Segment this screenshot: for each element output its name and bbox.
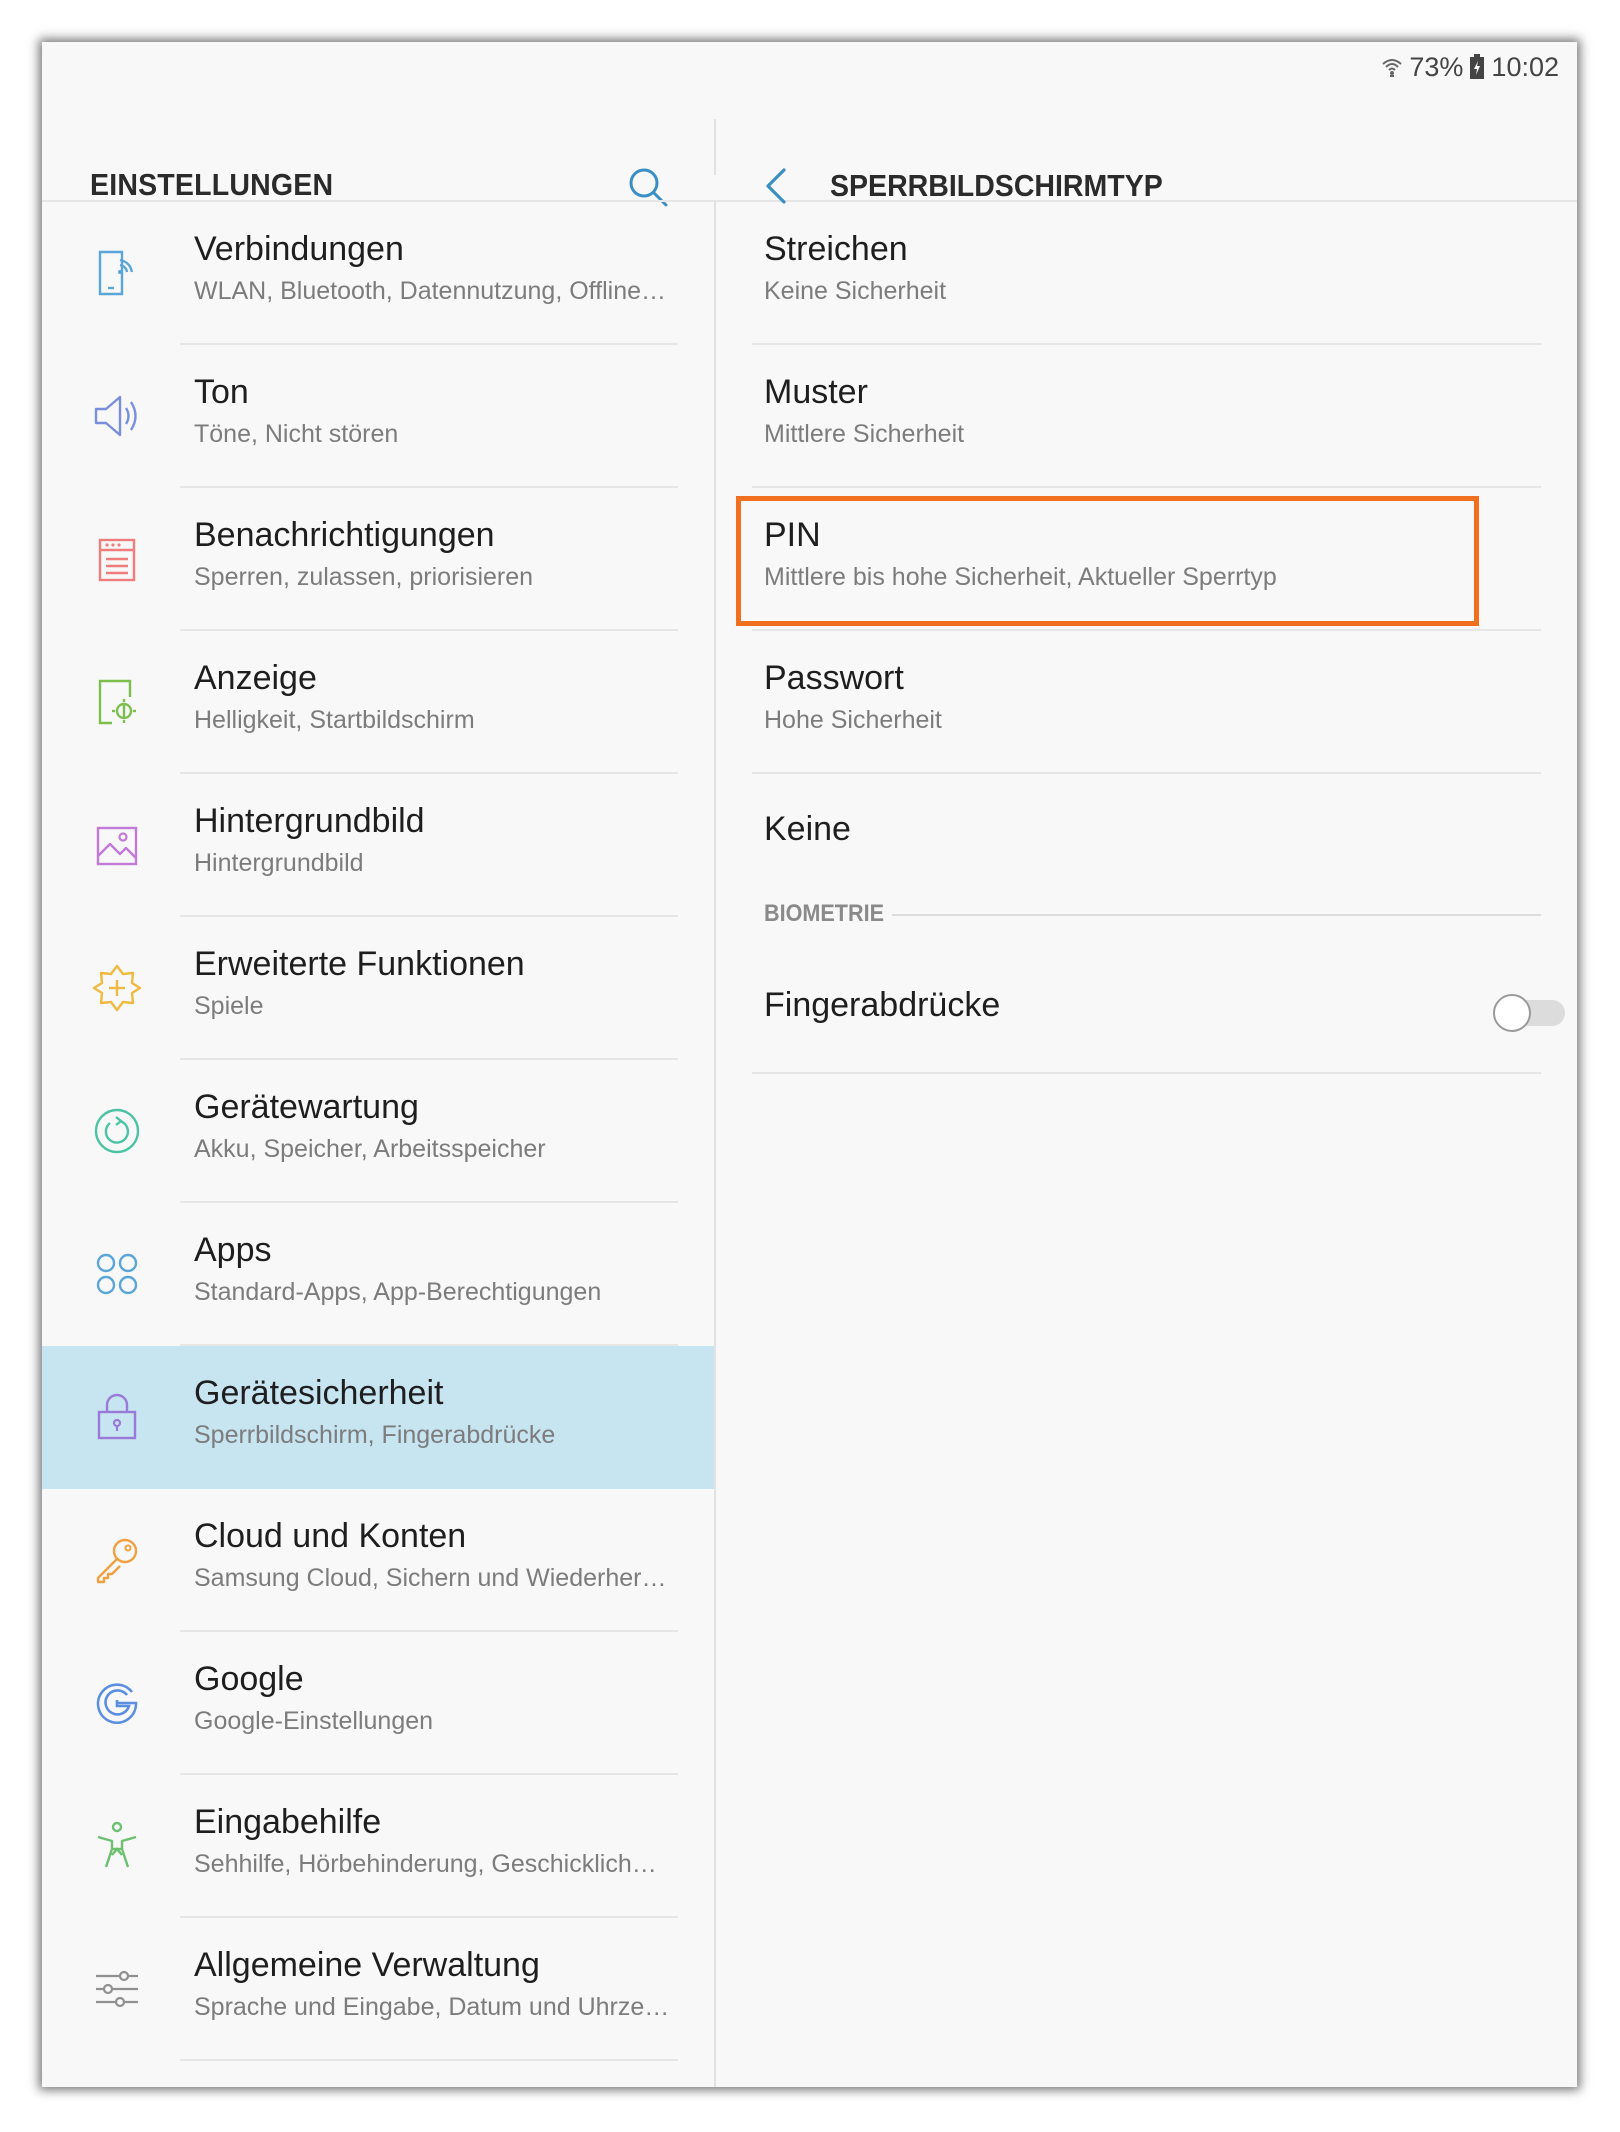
menu-item-allgemeine-verwaltung[interactable]: Allgemeine Verwaltung Sprache und Eingab… xyxy=(42,1918,714,2061)
option-label: PIN xyxy=(764,516,821,554)
menu-item-label: Gerätesicherheit xyxy=(194,1374,444,1412)
menu-item-label: Allgemeine Verwaltung xyxy=(194,1946,540,1984)
toggle-knob xyxy=(1493,994,1531,1032)
menu-item-google[interactable]: Google Google-Einstellungen xyxy=(42,1632,714,1775)
menu-item-subtitle: Google-Einstellungen xyxy=(194,1707,434,1735)
menu-item-geraetewartung[interactable]: Gerätewartung Akku, Speicher, Arbeitsspe… xyxy=(42,1060,714,1203)
device-screen: 73% 10:02 EINSTELLUNGEN Verbindungen WLA… xyxy=(42,42,1577,2087)
menu-item-subtitle: Töne, Nicht stören xyxy=(194,420,399,448)
option-label: Streichen xyxy=(764,230,908,268)
menu-item-benachrichtigungen[interactable]: Benachrichtigungen Sperren, zulassen, pr… xyxy=(42,488,714,631)
option-subtitle: Mittlere Sicherheit xyxy=(764,420,965,448)
connections-icon xyxy=(90,246,144,300)
display-icon xyxy=(90,675,144,729)
menu-item-label: Eingabehilfe xyxy=(194,1803,382,1841)
menu-item-subtitle: Hintergrundbild xyxy=(194,849,364,877)
menu-item-hintergrundbild[interactable]: Hintergrundbild Hintergrundbild xyxy=(42,774,714,917)
apps-icon xyxy=(90,1247,144,1301)
option-subtitle: Keine Sicherheit xyxy=(764,277,947,305)
advanced-features-icon xyxy=(90,961,144,1015)
settings-menu-pane: EINSTELLUNGEN Verbindungen WLAN, Bluetoo… xyxy=(42,42,714,2087)
option-label: Muster xyxy=(764,373,868,411)
settings-menu-list: Verbindungen WLAN, Bluetooth, Datennutzu… xyxy=(42,202,714,2061)
option-keine[interactable]: Keine xyxy=(716,774,1577,894)
menu-item-subtitle: Helligkeit, Startbildschirm xyxy=(194,706,475,734)
menu-item-subtitle: Akku, Speicher, Arbeitsspeicher xyxy=(194,1135,546,1163)
speaker-icon xyxy=(90,389,144,443)
accessibility-icon xyxy=(90,1819,144,1873)
option-label: Keine xyxy=(764,810,851,848)
notifications-icon xyxy=(90,532,144,586)
detail-title: SPERRBILDSCHIRMTYP xyxy=(830,168,1163,203)
menu-item-label: Google xyxy=(194,1660,304,1698)
section-header-biometrie: BIOMETRIE xyxy=(716,894,1577,944)
option-muster[interactable]: Muster Mittlere Sicherheit xyxy=(716,345,1577,488)
menu-item-subtitle: Sprache und Eingabe, Datum und Uhrze… xyxy=(194,1993,670,2021)
menu-item-cloud-und-konten[interactable]: Cloud und Konten Samsung Cloud, Sichern … xyxy=(42,1489,714,1632)
wallpaper-icon xyxy=(90,818,144,872)
option-pin[interactable]: PIN Mittlere bis hohe Sicherheit, Aktuel… xyxy=(716,488,1577,631)
menu-item-subtitle: WLAN, Bluetooth, Datennutzung, Offline… xyxy=(194,277,667,305)
menu-item-apps[interactable]: Apps Standard-Apps, App-Berechtigungen xyxy=(42,1203,714,1346)
menu-item-label: Verbindungen xyxy=(194,230,404,268)
divider xyxy=(180,2059,678,2061)
option-subtitle: Mittlere bis hohe Sicherheit, Aktueller … xyxy=(764,563,1277,591)
sliders-icon xyxy=(90,1962,144,2016)
menu-item-eingabehilfe[interactable]: Eingabehilfe Sehhilfe, Hörbehinderung, G… xyxy=(42,1775,714,1918)
option-passwort[interactable]: Passwort Hohe Sicherheit xyxy=(716,631,1577,774)
google-icon xyxy=(90,1676,144,1730)
section-divider xyxy=(892,914,1541,916)
menu-item-label: Anzeige xyxy=(194,659,317,697)
menu-item-anzeige[interactable]: Anzeige Helligkeit, Startbildschirm xyxy=(42,631,714,774)
option-subtitle: Hohe Sicherheit xyxy=(764,706,942,734)
lock-screen-type-pane: SPERRBILDSCHIRMTYP Streichen Keine Siche… xyxy=(716,42,1577,2087)
menu-item-label: Ton xyxy=(194,373,249,411)
option-label: Passwort xyxy=(764,659,904,697)
menu-item-geraetesicherheit[interactable]: Gerätesicherheit Sperrbildschirm, Finger… xyxy=(42,1346,714,1489)
option-streichen[interactable]: Streichen Keine Sicherheit xyxy=(716,202,1577,345)
menu-item-label: Gerätewartung xyxy=(194,1088,419,1126)
menu-item-label: Cloud und Konten xyxy=(194,1517,467,1555)
menu-item-verbindungen[interactable]: Verbindungen WLAN, Bluetooth, Datennutzu… xyxy=(42,202,714,345)
fingerprint-toggle[interactable] xyxy=(1493,994,1567,1032)
menu-item-label: Apps xyxy=(194,1231,272,1269)
lock-icon xyxy=(90,1390,144,1444)
menu-item-subtitle: Sperrbildschirm, Fingerabdrücke xyxy=(194,1421,556,1449)
menu-item-ton[interactable]: Ton Töne, Nicht stören xyxy=(42,345,714,488)
menu-item-erweiterte-funktionen[interactable]: Erweiterte Funktionen Spiele xyxy=(42,917,714,1060)
key-icon xyxy=(90,1533,144,1587)
menu-item-label: Hintergrundbild xyxy=(194,802,425,840)
fingerprint-row[interactable]: Fingerabdrücke xyxy=(716,944,1577,1074)
menu-item-subtitle: Sehhilfe, Hörbehinderung, Geschicklich… xyxy=(194,1850,657,1878)
page-title: EINSTELLUNGEN xyxy=(90,167,334,202)
lock-type-options: Streichen Keine Sicherheit Muster Mittle… xyxy=(716,202,1577,1074)
menu-item-subtitle: Spiele xyxy=(194,992,264,1020)
menu-item-subtitle: Standard-Apps, App-Berechtigungen xyxy=(194,1278,602,1306)
fingerprint-label: Fingerabdrücke xyxy=(764,986,1001,1024)
menu-item-subtitle: Samsung Cloud, Sichern und Wiederher… xyxy=(194,1564,667,1592)
menu-item-label: Benachrichtigungen xyxy=(194,516,495,554)
menu-item-subtitle: Sperren, zulassen, priorisieren xyxy=(194,563,534,591)
divider xyxy=(752,1072,1541,1074)
section-title: BIOMETRIE xyxy=(764,900,885,927)
device-care-icon xyxy=(90,1104,144,1158)
menu-item-label: Erweiterte Funktionen xyxy=(194,945,525,983)
